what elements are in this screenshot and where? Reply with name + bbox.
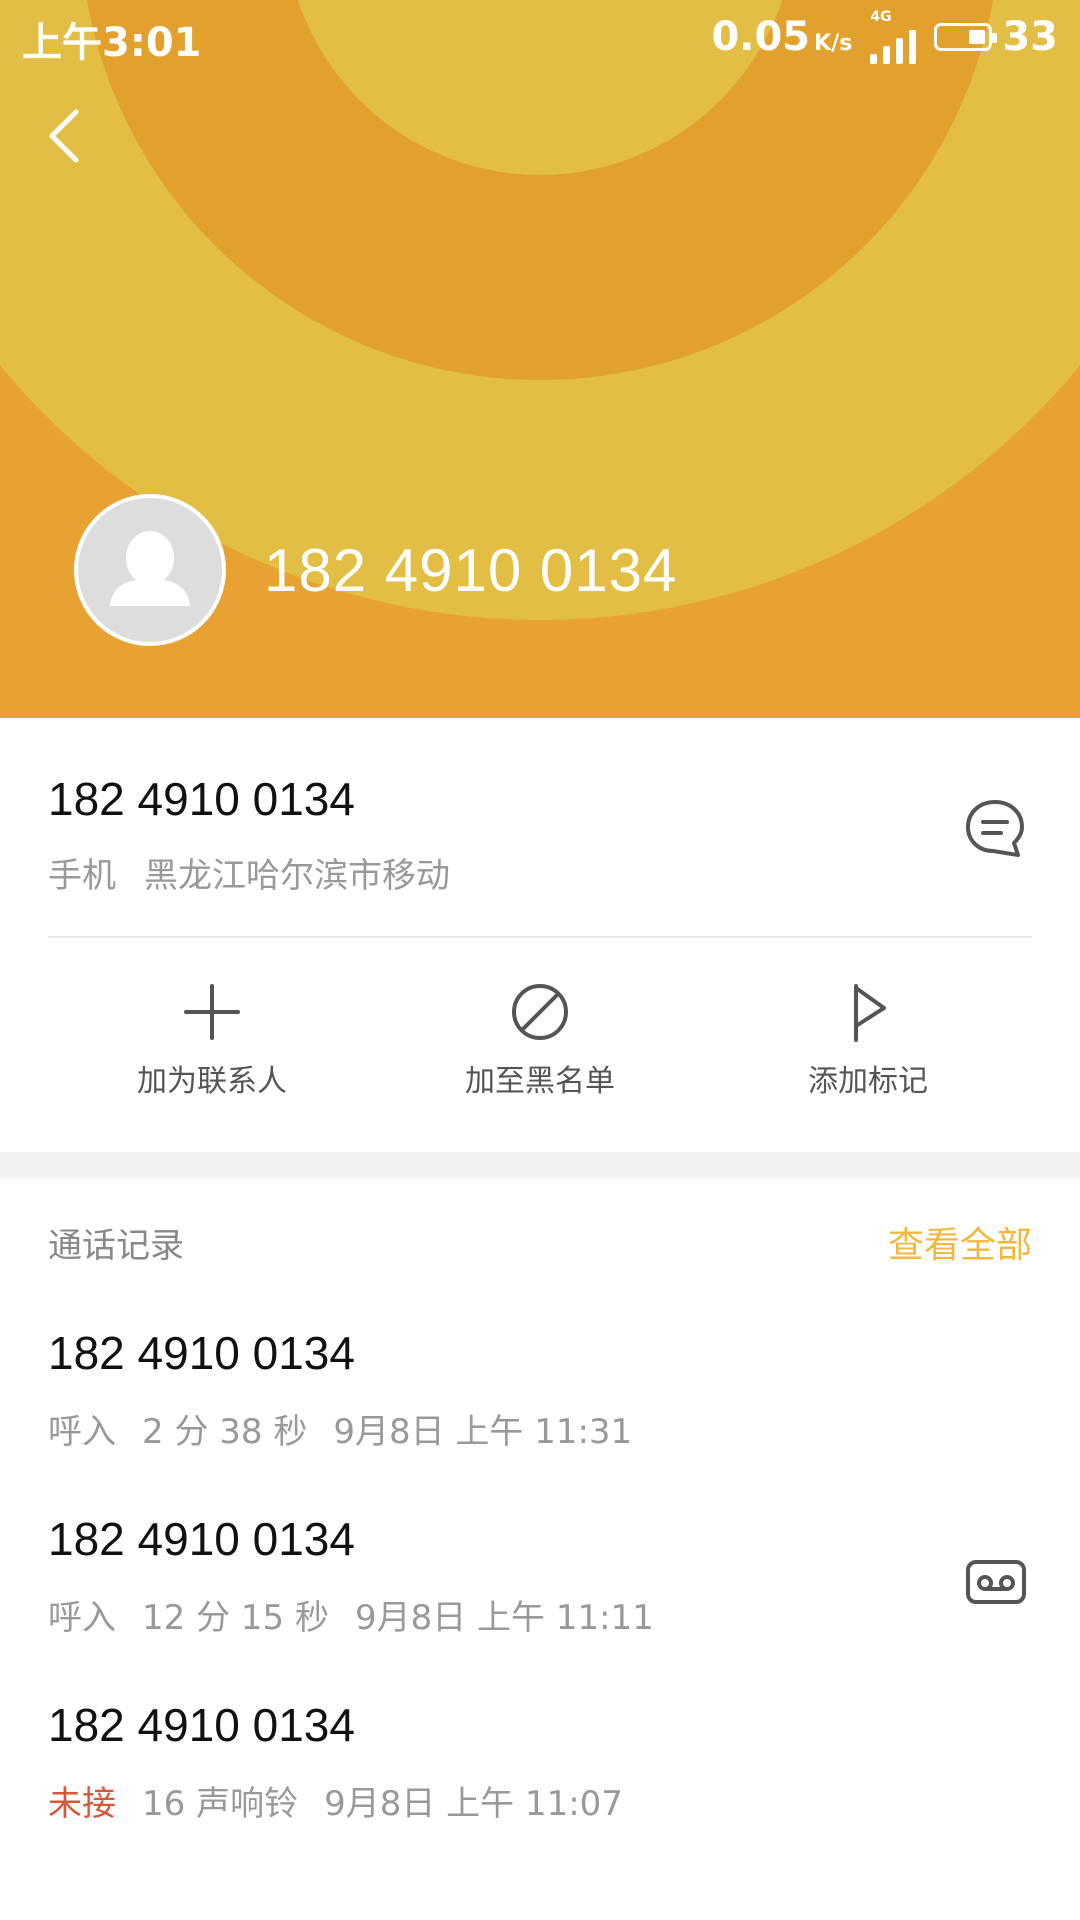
call-log-number: 182 4910 0134 <box>48 1513 355 1565</box>
call-status: 呼入 <box>48 1412 116 1452</box>
call-log-meta: 未接 16 声响铃 9月8日 上午 11:07 <box>48 1776 623 1825</box>
call-datetime: 9月8日 上午 11:31 <box>333 1412 633 1452</box>
status-bar: 上午3:01 0.05 K/s 4G 33 <box>0 0 1080 70</box>
call-recording-button[interactable] <box>964 1550 1028 1614</box>
add-contact-button[interactable]: 加为联系人 <box>92 980 332 1100</box>
call-log-item[interactable]: 182 4910 0134 呼入 12 分 15 秒 9月8日 上午 11:11 <box>0 1512 1080 1698</box>
signal-bars-icon <box>870 24 917 64</box>
call-log-title: 通话记录 <box>48 1226 184 1266</box>
flag-icon <box>854 984 886 1042</box>
add-to-blacklist-button[interactable]: 加至黑名单 <box>420 980 660 1100</box>
battery-icon <box>934 23 998 51</box>
call-rings: 16 声响铃 <box>142 1784 299 1824</box>
call-datetime: 9月8日 上午 11:11 <box>354 1598 654 1638</box>
add-tag-label: 添加标记 <box>808 1064 928 1099</box>
battery-indicator: 33 <box>934 14 1058 60</box>
network-speed: 0.05 K/s <box>711 14 852 60</box>
call-datetime: 9月8日 上午 11:07 <box>324 1784 623 1824</box>
call-status: 呼入 <box>48 1598 116 1638</box>
signal-indicator: 4G <box>870 9 917 64</box>
call-log-number: 182 4910 0134 <box>48 1327 355 1379</box>
message-icon <box>966 800 1024 857</box>
chevron-left-icon <box>49 109 79 163</box>
call-duration: 12 分 15 秒 <box>142 1598 329 1638</box>
add-contact-label: 加为联系人 <box>137 1064 287 1099</box>
call-duration: 2 分 38 秒 <box>142 1412 308 1452</box>
call-log-item[interactable]: 182 4910 0134 呼入 2 分 38 秒 9月8日 上午 11:31 <box>0 1326 1080 1512</box>
person-icon <box>110 531 190 606</box>
view-all-link[interactable]: 查看全部 <box>888 1216 1032 1268</box>
network-speed-unit: K/s <box>814 31 853 56</box>
call-log-item[interactable]: 182 4910 0134 未接 16 声响铃 9月8日 上午 11:07 <box>0 1698 1080 1884</box>
status-time: 上午3:01 <box>22 20 202 66</box>
header-banner: 上午3:01 0.05 K/s 4G 33 182 4910 0134 <box>0 0 1080 718</box>
battery-level: 33 <box>1002 14 1058 60</box>
info-phone-number[interactable]: 182 4910 0134 <box>48 772 355 826</box>
number-type: 手机 <box>48 856 116 896</box>
call-log-meta: 呼入 12 分 15 秒 9月8日 上午 11:11 <box>48 1590 654 1639</box>
number-info: 手机 黑龙江哈尔滨市移动 <box>48 848 450 897</box>
avatar[interactable] <box>74 494 226 646</box>
voicemail-icon <box>966 1560 1026 1604</box>
divider <box>48 936 1032 938</box>
network-speed-value: 0.05 <box>711 14 811 60</box>
section-separator <box>0 1152 1080 1178</box>
contact-detail-screen: 上午3:01 0.05 K/s 4G 33 182 4910 0134 182 … <box>0 0 1080 1920</box>
network-type: 4G <box>870 9 892 25</box>
block-icon <box>512 984 568 1040</box>
add-tag-button[interactable]: 添加标记 <box>748 980 988 1100</box>
status-indicators: 0.05 K/s 4G 33 <box>711 10 1058 64</box>
back-button[interactable] <box>40 106 90 166</box>
add-to-blacklist-label: 加至黑名单 <box>465 1064 615 1099</box>
number-location: 黑龙江哈尔滨市移动 <box>144 856 450 896</box>
action-bar: 加为联系人 加至黑名单 添加标记 <box>0 980 1080 1100</box>
call-log-number: 182 4910 0134 <box>48 1699 355 1751</box>
call-log-meta: 呼入 2 分 38 秒 9月8日 上午 11:31 <box>48 1404 632 1453</box>
message-button[interactable] <box>962 796 1028 862</box>
call-status-missed: 未接 <box>48 1784 116 1824</box>
plus-icon <box>184 984 240 1040</box>
header-phone-number: 182 4910 0134 <box>264 537 678 604</box>
